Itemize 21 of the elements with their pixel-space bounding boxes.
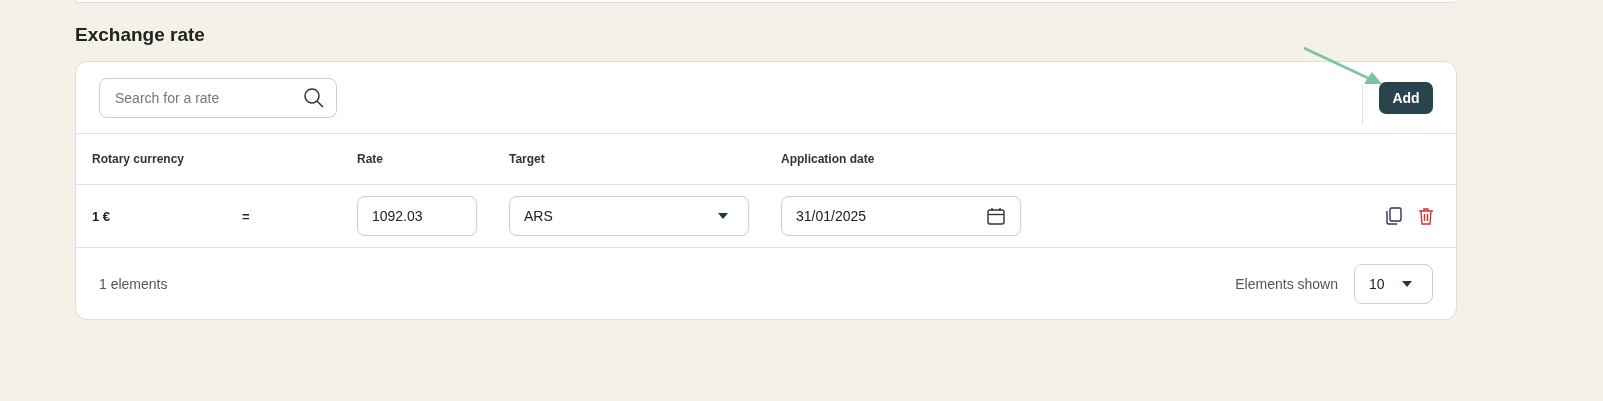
equals-sign: = [242, 208, 251, 224]
date-field[interactable]: 31/01/2025 [781, 196, 1021, 236]
search-field[interactable]: Search for a rate [99, 77, 337, 118]
trash-icon[interactable] [1418, 207, 1434, 225]
section-title: Exchange rate [75, 23, 206, 47]
column-header: Rotary currency [92, 152, 186, 166]
page-size-select[interactable]: 10 [1354, 263, 1433, 304]
element-count: 1 elements [99, 275, 168, 292]
caret-icon [1402, 280, 1412, 287]
column-header: Application date [781, 152, 876, 166]
column-header: Rate [357, 152, 384, 166]
add-button[interactable]: Add [1379, 81, 1433, 114]
rate-field[interactable]: 1092.03 [357, 196, 477, 236]
table-cell-text: 1 € [92, 208, 112, 224]
search-icon [303, 86, 325, 109]
caret-icon [718, 213, 728, 219]
target-select[interactable]: ARS [509, 196, 749, 236]
copy-icon[interactable] [1385, 207, 1402, 225]
column-header: Target [509, 152, 546, 166]
calendar-icon [986, 206, 1006, 226]
page-size-label: Elements shown [1235, 275, 1338, 292]
